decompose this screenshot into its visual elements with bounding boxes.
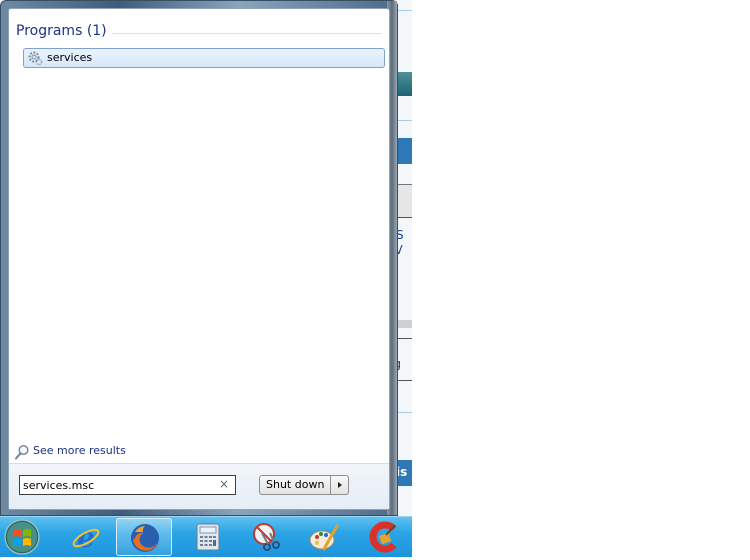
programs-section-header: Programs (1): [16, 23, 382, 45]
taskbar: e: [0, 516, 412, 557]
shutdown-options-arrow-icon[interactable]: [331, 475, 350, 495]
calculator-icon: [196, 523, 220, 551]
taskbar-firefox[interactable]: [116, 518, 172, 556]
snipping-tool-icon: [253, 523, 280, 551]
shutdown-group: Shut down: [259, 475, 350, 495]
section-divider: [112, 33, 382, 34]
search-results-panel: Programs (1) services See more results ×: [8, 8, 390, 510]
firefox-icon: [131, 524, 159, 552]
magnifier-icon: [15, 444, 29, 460]
result-label: services: [47, 51, 93, 64]
start-search-input[interactable]: [23, 477, 213, 493]
services-gear-icon: [28, 51, 43, 66]
taskbar-internet-explorer[interactable]: e: [58, 518, 114, 556]
taskbar-ccleaner[interactable]: [356, 518, 412, 556]
see-more-results-label: See more results: [33, 444, 126, 457]
clear-search-icon[interactable]: ×: [219, 477, 229, 491]
taskbar-calculator[interactable]: [180, 518, 236, 556]
start-menu-bottom-bar: × Shut down: [9, 463, 389, 509]
paint-icon: [309, 524, 339, 551]
windows-logo-icon: [4, 519, 40, 555]
shutdown-button[interactable]: Shut down: [259, 475, 332, 495]
ccleaner-icon: [369, 521, 397, 553]
taskbar-paint[interactable]: [296, 518, 352, 556]
start-menu: Programs (1) services See more results ×: [0, 0, 398, 516]
section-title: Programs (1): [16, 23, 107, 39]
internet-explorer-icon: e: [72, 521, 100, 553]
start-search-box[interactable]: ×: [19, 475, 236, 495]
search-result-services[interactable]: services: [23, 48, 385, 68]
start-button[interactable]: [2, 518, 42, 556]
taskbar-snipping-tool[interactable]: [238, 518, 294, 556]
